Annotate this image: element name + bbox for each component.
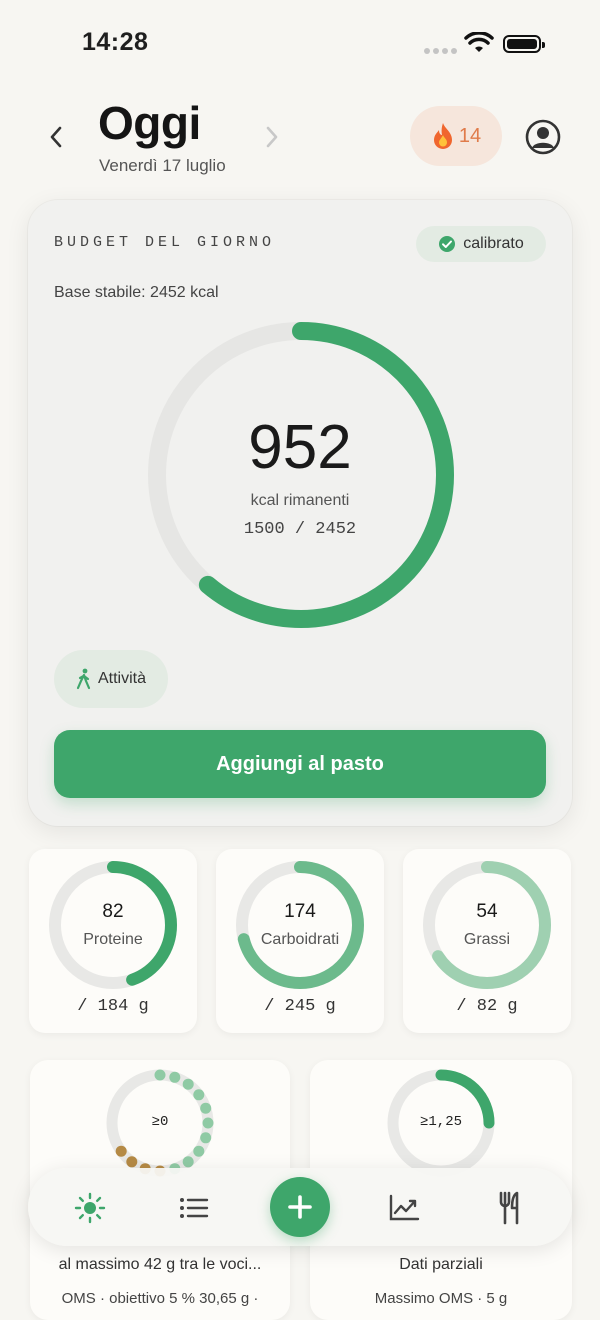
kcal-remaining: 952	[248, 413, 352, 482]
kcal-remaining-label: kcal rimanenti	[250, 492, 350, 509]
check-circle-icon	[439, 236, 456, 252]
salt-card-note: Dati parziali	[399, 1256, 483, 1273]
chevron-right-icon	[266, 126, 278, 148]
wifi-icon	[464, 32, 494, 52]
macro-name: Carboidrati	[260, 931, 340, 948]
macro-ring	[49, 861, 177, 989]
tab-meals[interactable]	[492, 1190, 528, 1226]
macro-goal: / 184 g	[77, 997, 149, 1016]
status-bar: 14:28	[0, 0, 600, 90]
tab-stats[interactable]	[386, 1190, 422, 1226]
signal-icon	[424, 41, 460, 59]
page-title: Oggi	[98, 97, 201, 149]
salt-card-target: Massimo OMS · 5 g	[374, 1290, 508, 1307]
tab-bar	[28, 1168, 572, 1246]
plus-icon	[288, 1195, 312, 1219]
macro-goal: / 82 g	[456, 997, 518, 1016]
sugar-card-note: al massimo 42 g tra le voci...	[58, 1256, 262, 1273]
profile-icon[interactable]	[525, 119, 561, 155]
tab-list[interactable]	[176, 1190, 212, 1226]
calibrated-label: calibrato	[463, 235, 524, 252]
streak-badge[interactable]: 14	[410, 106, 502, 166]
streak-count: 14	[458, 124, 482, 147]
macro-value: 54	[476, 901, 498, 922]
sugar-ring-value: ≥0	[151, 1114, 169, 1130]
status-time: 14:28	[82, 28, 149, 56]
macro-goal: / 245 g	[264, 997, 336, 1016]
chevron-left-icon	[50, 126, 62, 148]
salt-ring-value: ≥1,25	[419, 1114, 462, 1130]
macro-name: Grassi	[463, 931, 511, 948]
page-date: Venerdì 17 luglio	[99, 156, 226, 175]
activity-label: Attività	[97, 670, 146, 687]
sun-icon	[74, 1192, 106, 1224]
add-to-meal-button[interactable]: Aggiungi al pasto	[54, 730, 546, 798]
macro-card-fats[interactable]: 54 Grassi / 82 g	[403, 849, 571, 1033]
walking-icon	[76, 668, 91, 690]
utensils-icon	[499, 1191, 519, 1225]
base-kcal: Base stabile: 2452 kcal	[54, 284, 219, 301]
chart-icon	[389, 1194, 420, 1221]
flame-icon	[433, 123, 452, 149]
macro-value: 174	[284, 901, 316, 922]
list-icon	[180, 1198, 209, 1218]
kcal-ratio: 1500 / 2452	[243, 520, 357, 539]
budget-card: BUDGET DEL GIORNO calibrato Base stabile…	[28, 200, 572, 826]
macro-ring	[236, 861, 364, 989]
macro-card-carbs[interactable]: 174 Carboidrati / 245 g	[216, 849, 384, 1033]
previous-day-button[interactable]	[44, 122, 68, 152]
macro-name: Proteine	[83, 931, 143, 948]
calibrated-badge: calibrato	[416, 226, 546, 262]
macro-value: 82	[102, 901, 124, 922]
budget-label: BUDGET DEL GIORNO	[54, 234, 276, 251]
activity-button[interactable]: Attività	[54, 650, 168, 708]
sugar-card-target: OMS · obiettivo 5 % 30,65 g ·	[61, 1290, 259, 1307]
macro-card-protein[interactable]: 82 Proteine / 184 g	[29, 849, 197, 1033]
tab-add-button[interactable]	[270, 1177, 330, 1237]
tab-today[interactable]	[72, 1190, 108, 1226]
next-day-button[interactable]	[260, 122, 284, 152]
macro-ring	[423, 861, 551, 989]
battery-icon	[503, 35, 545, 53]
